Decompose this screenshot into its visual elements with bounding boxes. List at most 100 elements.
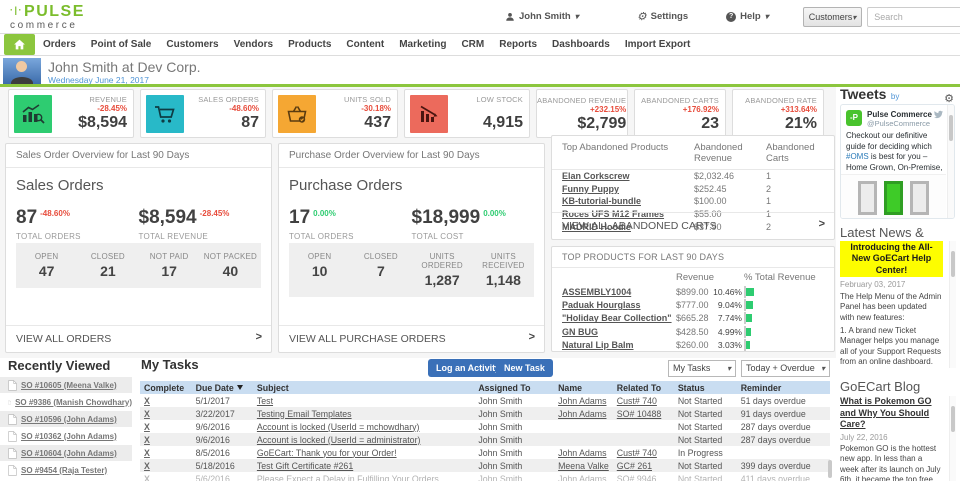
blog-article-link[interactable]: What is Pokemon GO and Why You Should Ca… [840, 396, 943, 431]
nav-item-import-export[interactable]: Import Export [625, 39, 691, 50]
recent-order-link[interactable]: SO #9454 (Raja Tester) [21, 466, 107, 475]
complete-task-link[interactable]: X [144, 448, 150, 458]
user-menu-label: John Smith [519, 11, 571, 22]
tasks-date-filter-select[interactable]: Today + Overdue [741, 360, 830, 377]
nav-item-crm[interactable]: CRM [461, 39, 484, 50]
hashtag-link[interactable]: #OMS [846, 152, 869, 161]
col-due-date[interactable]: Due Date [192, 381, 253, 394]
product-link[interactable]: KB-tutorial-bundle [562, 196, 641, 206]
task-subject-link[interactable]: Account is locked (UserId = administrato… [257, 435, 421, 445]
task-subject-link[interactable]: Account is locked (UserId = mchowdhary) [257, 422, 420, 432]
recent-order-link[interactable]: SO #9386 (Manish Chowdhary) [15, 398, 132, 407]
complete-task-link[interactable]: X [144, 422, 150, 432]
product-link[interactable]: Natural Lip Balm [562, 340, 634, 350]
task-subject-link[interactable]: Test [257, 396, 273, 406]
nav-item-point-of-sale[interactable]: Point of Sale [91, 39, 152, 50]
recent-order-link[interactable]: SO #10596 (John Adams) [21, 415, 117, 424]
breakdown-units-ordered: UNITS ORDERED1,287 [412, 252, 473, 288]
nav-item-dashboards[interactable]: Dashboards [552, 39, 610, 50]
product-link[interactable]: Elan Corkscrew [562, 171, 630, 181]
tweet-author[interactable]: Pulse Commerce [867, 110, 932, 119]
chevron-down-icon [852, 12, 856, 22]
nav-item-marketing[interactable]: Marketing [399, 39, 446, 50]
assigned-to: John Smith [474, 459, 554, 472]
new-task-button[interactable]: New Task [496, 359, 553, 377]
view-all-purchase-orders-link[interactable]: VIEW ALL PURCHASE ORDERS [279, 325, 544, 352]
blog-scrollbar[interactable] [949, 396, 956, 481]
related-to-link[interactable]: GC# 261 [617, 461, 652, 471]
help-menu[interactable]: Help [726, 11, 769, 22]
complete-task-link[interactable]: X [144, 409, 150, 419]
contact-link[interactable]: John Adams [558, 396, 606, 406]
complete-task-link[interactable]: X [144, 435, 150, 445]
tweets-scrollbar[interactable] [947, 105, 954, 218]
kpi-label: ABANDONED REVENUE [537, 96, 626, 105]
product-link[interactable]: "Holiday Bear Collection" [562, 313, 672, 323]
settings-menu[interactable]: Settings [637, 10, 688, 23]
kpi-value: $8,594 [57, 114, 127, 131]
col-name[interactable]: Name [554, 381, 613, 394]
related-to-link[interactable]: Cust# 740 [617, 448, 657, 458]
task-subject-link[interactable]: Test Gift Certificate #261 [257, 461, 353, 471]
stat-value: $18,999 [412, 207, 481, 228]
complete-task-link[interactable]: X [144, 461, 150, 471]
tweet-avatar: -P [846, 110, 862, 126]
nav-item-customers[interactable]: Customers [166, 39, 218, 50]
recent-order-link[interactable]: SO #10605 (Meena Valke) [21, 381, 117, 390]
complete-task-link[interactable]: X [144, 396, 150, 406]
related-to-link[interactable]: SO# 9946 [617, 474, 657, 481]
col-assigned-to[interactable]: Assigned To [474, 381, 554, 394]
home-button[interactable] [4, 34, 35, 55]
col-related-to[interactable]: Related To [613, 381, 674, 394]
view-all-abandoned-carts-link[interactable]: VIEW ALL ABANDONED CARTS [552, 212, 834, 239]
contact-link[interactable]: John Adams [558, 474, 606, 481]
pct-bar [746, 328, 751, 336]
col-reminder[interactable]: Reminder [737, 381, 830, 394]
reminder: 287 days overdue [737, 420, 830, 433]
assigned-to: John Smith [474, 446, 554, 459]
nav-item-reports[interactable]: Reports [499, 39, 537, 50]
col-complete[interactable]: Complete [140, 381, 192, 394]
search-scope-select[interactable]: Customers [803, 7, 863, 27]
nav-item-orders[interactable]: Orders [43, 39, 76, 50]
related-to-link[interactable]: Cust# 740 [617, 396, 657, 406]
search-input[interactable] [867, 7, 960, 27]
scrollbar-thumb[interactable] [951, 406, 955, 432]
product-link[interactable]: GN BUG [562, 327, 598, 337]
news-scrollbar[interactable] [949, 241, 956, 368]
sales-breakdown: OPEN47 CLOSED21 NOT PAID17 NOT PACKED40 [16, 243, 261, 288]
col-status[interactable]: Status [674, 381, 737, 394]
nav-item-content[interactable]: Content [346, 39, 384, 50]
nav-item-vendors[interactable]: Vendors [234, 39, 273, 50]
product-link[interactable]: Funny Puppy [562, 184, 619, 194]
stat-label: TOTAL ORDERS [289, 232, 412, 241]
contact-link[interactable]: Meena Valke [558, 461, 609, 471]
task-subject-link[interactable]: Please Expect a Delay in Fulfilling Your… [257, 474, 439, 481]
task-subject-link[interactable]: Testing Email Templates [257, 409, 352, 419]
recent-order-link[interactable]: SO #10604 (John Adams) [21, 449, 117, 458]
product-link[interactable]: ASSEMBLY1004 [562, 287, 631, 297]
tweet-media-image[interactable] [841, 174, 946, 218]
tweets-by-label: by [891, 92, 899, 101]
col-subject[interactable]: Subject [253, 381, 474, 394]
tasks-scrollbar-thumb[interactable] [828, 460, 832, 478]
kpi-value: 21% [733, 115, 817, 132]
task-subject-link[interactable]: GoECart: Thank you for your Order! [257, 448, 397, 458]
view-all-orders-link[interactable]: VIEW ALL ORDERS [6, 325, 271, 352]
product-link[interactable]: Paduak Hourglass [562, 300, 641, 310]
complete-task-link[interactable]: X [144, 474, 150, 481]
status: Not Started [674, 459, 737, 472]
scrollbar-thumb[interactable] [951, 251, 955, 277]
user-menu[interactable]: John Smith [505, 11, 579, 22]
scrollbar-thumb[interactable] [949, 115, 953, 141]
tasks-filter-select[interactable]: My Tasks [668, 360, 736, 377]
table-header-row: Complete Due Date Subject Assigned To Na… [140, 381, 830, 394]
recent-order-link[interactable]: SO #10362 (John Adams) [21, 432, 117, 441]
news-article-link[interactable]: Introducing the All-New GoECart Help Cen… [840, 241, 943, 277]
contact-link[interactable]: John Adams [558, 448, 606, 458]
tweet-author-handle[interactable]: @PulseCommerce [867, 119, 930, 128]
contact-link[interactable]: John Adams [558, 409, 606, 419]
nav-item-products[interactable]: Products [288, 39, 331, 50]
table-row: Natural Lip Balm$260.003.03% [552, 339, 834, 352]
related-to-link[interactable]: SO# 10488 [617, 409, 662, 419]
